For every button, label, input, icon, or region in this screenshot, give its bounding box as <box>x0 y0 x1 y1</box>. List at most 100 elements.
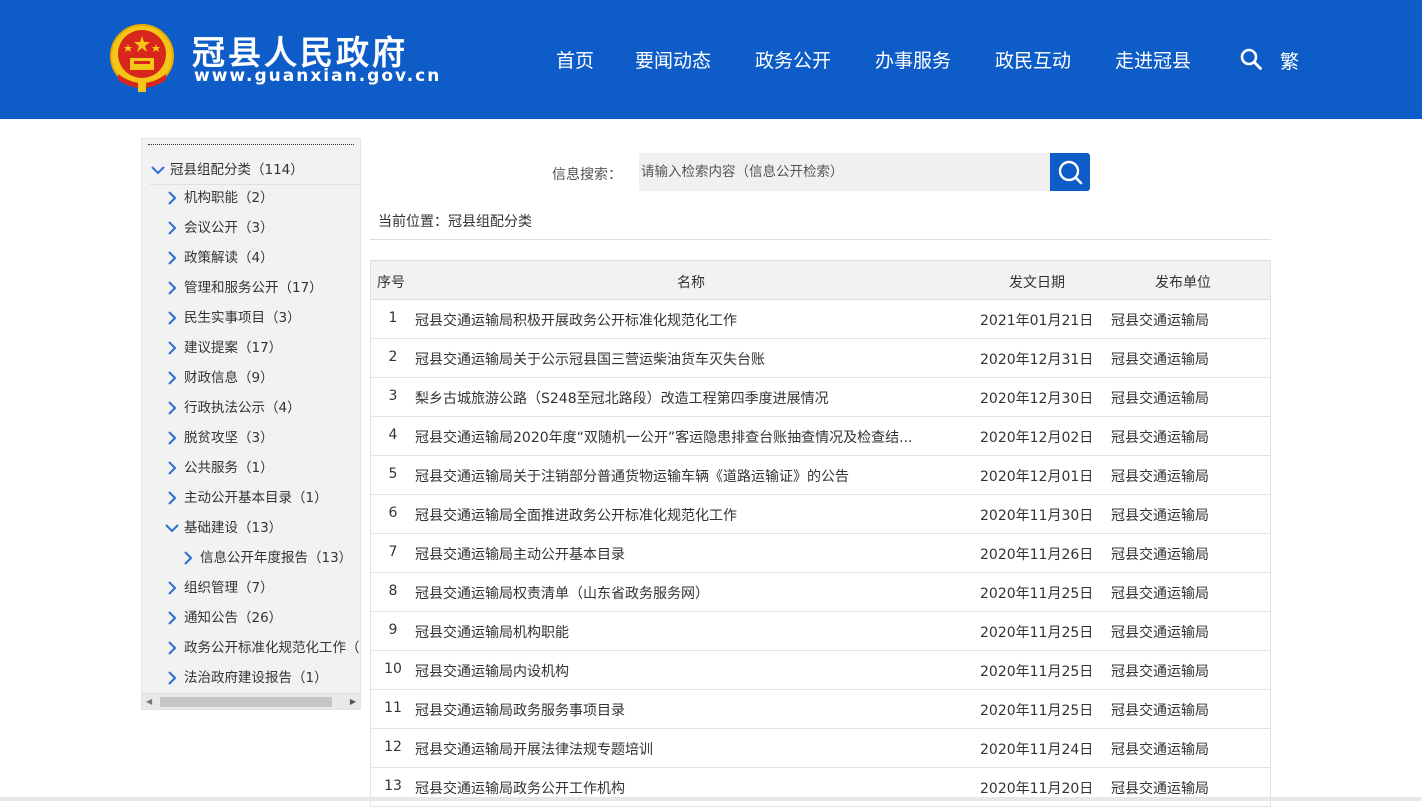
chevron-right-icon[interactable] <box>164 340 180 356</box>
tree-subitem[interactable]: 信息公开年度报告（13） <box>180 543 352 573</box>
tree-item-label: 基础建设（13） <box>184 520 283 536</box>
nav-news[interactable]: 要闻动态 <box>635 46 711 73</box>
chevron-right-icon[interactable] <box>164 670 180 686</box>
tree-item[interactable]: 法治政府建设报告（1） <box>164 663 328 693</box>
tree-item[interactable]: 民生实事项目（3） <box>164 303 301 333</box>
row-unit: 冠县交通运输局 <box>1111 703 1209 719</box>
chevron-right-icon[interactable] <box>164 610 180 626</box>
chevron-right-icon[interactable] <box>164 370 180 386</box>
search-input[interactable] <box>639 153 1050 191</box>
national-emblem-icon[interactable] <box>108 22 176 94</box>
table-row[interactable]: 2 冠县交通运输局关于公示冠县国三营运柴油货车灭失台账 2020年12月31日 冠县交… <box>371 339 1270 378</box>
table-row[interactable]: 12 冠县交通运输局开展法律法规专题培训 2020年11月24日 冠县交通运输局 <box>371 729 1270 768</box>
chevron-right-icon[interactable] <box>164 310 180 326</box>
chevron-right-icon[interactable] <box>164 580 180 596</box>
row-title-link[interactable]: 冠县交通运输局内设机构 <box>415 661 963 681</box>
table-row[interactable]: 3 梨乡古城旅游公路（S248至冠北路段）改造工程第四季度进展情况 2020年12月… <box>371 378 1270 417</box>
nav-services[interactable]: 办事服务 <box>875 46 951 73</box>
tree-item[interactable]: 行政执法公示（4） <box>164 393 301 423</box>
row-unit: 冠县交通运输局 <box>1111 430 1209 446</box>
table-row[interactable]: 6 冠县交通运输局全面推进政务公开标准化规范化工作 2020年11月30日 冠县交通运… <box>371 495 1270 534</box>
chevron-right-icon[interactable] <box>164 250 180 266</box>
search-button[interactable] <box>1050 153 1090 191</box>
row-unit: 冠县交通运输局 <box>1111 586 1209 602</box>
table-row[interactable]: 13 冠县交通运输局政务公开工作机构 2020年11月20日 冠县交通运输局 <box>371 768 1270 807</box>
row-title-link[interactable]: 冠县交通运输局主动公开基本目录 <box>415 544 963 564</box>
row-date: 2020年12月01日 <box>980 469 1094 485</box>
row-number: 8 <box>388 583 398 599</box>
table-row[interactable]: 9 冠县交通运输局机构职能 2020年11月25日 冠县交通运输局 <box>371 612 1270 651</box>
scroll-right-icon[interactable]: ▶ <box>350 697 356 706</box>
nav-home[interactable]: 首页 <box>556 46 594 73</box>
row-title-link[interactable]: 冠县交通运输局2020年度“双随机一公开”客运隐患排查台账抽查情况及检查结... <box>415 427 963 447</box>
nav-gov-affairs[interactable]: 政务公开 <box>755 46 831 73</box>
chevron-right-icon[interactable] <box>164 190 180 206</box>
tree-root[interactable]: 冠县组配分类（114） <box>150 155 360 185</box>
tree-item[interactable]: 公共服务（1） <box>164 453 274 483</box>
row-title-link[interactable]: 冠县交通运输局开展法律法规专题培训 <box>415 739 963 759</box>
chevron-right-icon[interactable] <box>164 640 180 656</box>
row-date: 2020年11月25日 <box>980 586 1094 602</box>
chevron-down-icon[interactable] <box>164 520 180 536</box>
chevron-right-icon[interactable] <box>164 220 180 236</box>
chevron-right-icon[interactable] <box>164 400 180 416</box>
row-title-link[interactable]: 冠县交通运输局全面推进政务公开标准化规范化工作 <box>415 505 963 525</box>
tree-item[interactable]: 管理和服务公开（17） <box>164 273 323 303</box>
tree-item[interactable]: 政策解读（4） <box>164 243 274 273</box>
tree-item-label: 行政执法公示（4） <box>184 400 301 416</box>
row-number: 10 <box>384 661 402 677</box>
tree-item[interactable]: 建议提案（17） <box>164 333 282 363</box>
search-icon[interactable] <box>1240 48 1262 70</box>
nav-about[interactable]: 走进冠县 <box>1115 46 1191 73</box>
row-date: 2020年12月30日 <box>980 391 1094 407</box>
row-date: 2020年11月26日 <box>980 547 1094 563</box>
chevron-right-icon[interactable] <box>164 490 180 506</box>
tree-item[interactable]: 机构职能（2） <box>164 183 274 213</box>
row-unit: 冠县交通运输局 <box>1111 781 1209 797</box>
table-row[interactable]: 4 冠县交通运输局2020年度“双随机一公开”客运隐患排查台账抽查情况及检查结..… <box>371 417 1270 456</box>
row-title-link[interactable]: 冠县交通运输局政务服务事项目录 <box>415 700 963 720</box>
row-unit: 冠县交通运输局 <box>1111 625 1209 641</box>
table-row[interactable]: 7 冠县交通运输局主动公开基本目录 2020年11月26日 冠县交通运输局 <box>371 534 1270 573</box>
tree-item[interactable]: 会议公开（3） <box>164 213 274 243</box>
tree-item-expanded[interactable]: 基础建设（13） <box>164 513 282 543</box>
row-title-link[interactable]: 冠县交通运输局机构职能 <box>415 622 963 642</box>
tree-item[interactable]: 组织管理（7） <box>164 573 274 603</box>
divider <box>370 239 1271 240</box>
row-title-link[interactable]: 梨乡古城旅游公路（S248至冠北路段）改造工程第四季度进展情况 <box>415 388 963 408</box>
site-header: 冠县人民政府 www.guanxian.gov.cn 首页 要闻动态 政务公开 … <box>0 0 1422 119</box>
nav-interaction[interactable]: 政民互动 <box>995 46 1071 73</box>
table-row[interactable]: 1 冠县交通运输局积极开展政务公开标准化规范化工作 2021年01月21日 冠县交通运… <box>371 300 1270 339</box>
table-header: 序号 名称 发文日期 发布单位 <box>371 260 1270 300</box>
chevron-right-icon[interactable] <box>164 430 180 446</box>
chevron-right-icon[interactable] <box>180 550 196 566</box>
tree-root-label: 冠县组配分类（114） <box>170 162 304 178</box>
row-title-link[interactable]: 冠县交通运输局政务公开工作机构 <box>415 778 963 798</box>
sidebar-scrollbar[interactable]: ◀ ▶ <box>142 693 360 709</box>
tree-item[interactable]: 政务公开标准化规范化工作（ <box>164 633 360 663</box>
chevron-right-icon[interactable] <box>164 280 180 296</box>
chevron-right-icon[interactable] <box>164 460 180 476</box>
row-title-link[interactable]: 冠县交通运输局权责清单（山东省政务服务网） <box>415 583 963 603</box>
row-title-link[interactable]: 冠县交通运输局关于注销部分普通货物运输车辆《道路运输证》的公告 <box>415 466 963 486</box>
row-title-link[interactable]: 冠县交通运输局积极开展政务公开标准化规范化工作 <box>415 310 963 330</box>
tree-item[interactable]: 主动公开基本目录（1） <box>164 483 328 513</box>
tree-item-label: 机构职能（2） <box>184 190 274 206</box>
tree-item-label: 法治政府建设报告（1） <box>184 670 328 686</box>
row-date: 2020年11月24日 <box>980 742 1094 758</box>
breadcrumb: 当前位置：冠县组配分类 <box>378 214 532 230</box>
tree-item[interactable]: 财政信息（9） <box>164 363 274 393</box>
tree-item[interactable]: 脱贫攻坚（3） <box>164 423 274 453</box>
traditional-chinese-toggle[interactable]: 繁 <box>1280 47 1299 74</box>
row-date: 2020年11月25日 <box>980 625 1094 641</box>
scrollbar-thumb[interactable] <box>160 697 332 707</box>
tree-item-label: 组织管理（7） <box>184 580 274 596</box>
table-row[interactable]: 8 冠县交通运输局权责清单（山东省政务服务网） 2020年11月25日 冠县交通运输局 <box>371 573 1270 612</box>
table-row[interactable]: 11 冠县交通运输局政务服务事项目录 2020年11月25日 冠县交通运输局 <box>371 690 1270 729</box>
table-row[interactable]: 10 冠县交通运输局内设机构 2020年11月25日 冠县交通运输局 <box>371 651 1270 690</box>
scroll-left-icon[interactable]: ◀ <box>146 697 152 706</box>
row-title-link[interactable]: 冠县交通运输局关于公示冠县国三营运柴油货车灭失台账 <box>415 349 963 369</box>
tree-item[interactable]: 通知公告（26） <box>164 603 282 633</box>
table-row[interactable]: 5 冠县交通运输局关于注销部分普通货物运输车辆《道路运输证》的公告 2020年12月… <box>371 456 1270 495</box>
chevron-down-icon[interactable] <box>150 162 166 178</box>
